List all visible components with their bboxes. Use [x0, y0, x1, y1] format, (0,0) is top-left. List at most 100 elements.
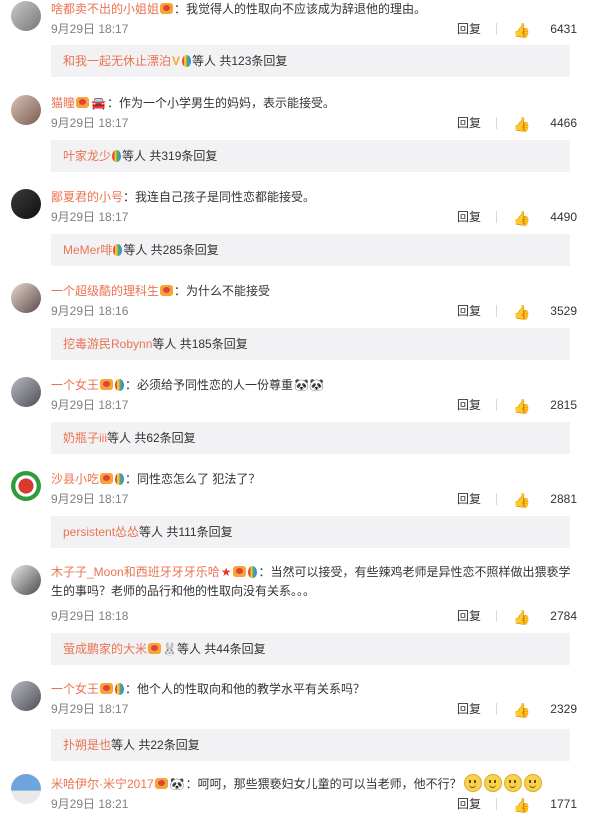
reply-count[interactable]: 等人 共319条回复 — [122, 149, 217, 163]
rainbow-balloon-icon — [115, 379, 125, 391]
username-link[interactable]: 沙县小吃 — [51, 472, 99, 486]
reply-summary[interactable]: 萤成鹏家的大米 🐰等人 共44条回复 — [51, 633, 570, 665]
comment-text-line: 一个超级酷的理科生 ：为什么不能接受 — [51, 283, 577, 300]
reply-count[interactable]: 等人 共44条回复 — [177, 642, 266, 656]
star-icon: ★ — [220, 565, 232, 579]
username-link[interactable]: 猫瞳 — [51, 96, 75, 110]
avatar[interactable] — [11, 189, 41, 219]
reply-count[interactable]: 等人 共185条回复 — [152, 337, 247, 351]
avatar[interactable] — [11, 377, 41, 407]
comment-meta: 9月29日 18:17 回复 👍 4490 — [51, 208, 577, 226]
thumbs-up-icon: 👍 — [513, 210, 531, 226]
like-count: 4466 — [550, 116, 577, 130]
smile-emoji-icon — [523, 774, 542, 792]
like-button[interactable]: 👍 3529 — [511, 302, 577, 320]
like-button[interactable]: 👍 2784 — [511, 607, 577, 625]
comment-meta: 9月29日 18:17 回复 👍 6431 — [51, 20, 577, 38]
comment-text-line: 一个女王 ：必须给予同性恋的人一份尊重🐼🐼 — [51, 377, 577, 394]
comment-text-line: 一个女王 ：他个人的性取向和他的教学水平有关系吗？ — [51, 681, 577, 698]
username-link[interactable]: 鄙夏君的小号 — [51, 190, 123, 204]
vip-badge-icon — [100, 379, 114, 390]
reply-summary[interactable]: persistent怂怂等人 共111条回复 — [51, 516, 570, 548]
avatar[interactable] — [11, 681, 41, 711]
reply-button[interactable]: 回复 — [457, 396, 481, 414]
like-button[interactable]: 👍 2329 — [511, 700, 577, 718]
timestamp: 9月29日 18:17 — [51, 210, 129, 224]
vip-badge-icon — [76, 97, 90, 108]
username-link[interactable]: 米哈伊尔·米宁2017 — [51, 777, 154, 791]
reply-username[interactable]: 萤成鹏家的大米 — [63, 642, 147, 656]
divider — [496, 798, 497, 810]
reply-username[interactable]: 挖毒游民Robynn — [63, 337, 152, 351]
divider — [496, 305, 497, 317]
reply-button[interactable]: 回复 — [457, 208, 481, 226]
comment-text: ：他个人的性取向和他的教学水平有关系吗？ — [125, 682, 366, 696]
like-count: 4490 — [550, 210, 577, 224]
reply-count[interactable]: 等人 共22条回复 — [111, 738, 200, 752]
like-button[interactable]: 👍 4490 — [511, 208, 577, 226]
comment-meta: 9月29日 18:21 回复 👍 1771 — [51, 795, 577, 813]
reply-button[interactable]: 回复 — [457, 795, 481, 813]
reply-button[interactable]: 回复 — [457, 20, 481, 38]
like-button[interactable]: 👍 1771 — [511, 795, 577, 813]
divider — [496, 399, 497, 411]
like-button[interactable]: 👍 6431 — [511, 20, 577, 38]
like-count: 1771 — [550, 797, 577, 811]
avatar[interactable] — [11, 565, 41, 595]
like-button[interactable]: 👍 4466 — [511, 114, 577, 132]
comment-text-line: 沙县小吃 ：同性恋怎么了 犯法了？ — [51, 471, 577, 488]
reply-button[interactable]: 回复 — [457, 607, 481, 625]
username-link[interactable]: 一个超级酷的理科生 — [51, 284, 159, 298]
avatar[interactable] — [11, 283, 41, 313]
like-button[interactable]: 👍 2881 — [511, 490, 577, 508]
reply-count[interactable]: 等人 共123条回复 — [192, 54, 287, 68]
avatar[interactable] — [11, 1, 41, 31]
rainbow-balloon-icon — [113, 244, 123, 256]
like-button[interactable]: 👍 2815 — [511, 396, 577, 414]
vip-badge-icon — [233, 566, 247, 577]
username-link[interactable]: 一个女王 — [51, 378, 99, 392]
thumbs-up-icon: 👍 — [513, 797, 531, 813]
comment-text-line: 啥都卖不出的小姐姐 ：我觉得人的性取向不应该成为辞退他的理由。 — [51, 1, 577, 18]
reply-username[interactable]: MeMer啡 — [63, 243, 112, 257]
reply-summary[interactable]: 和我一起无休止漂泊V 等人 共123条回复 — [51, 45, 570, 77]
vip-badge-icon — [100, 683, 114, 694]
reply-username[interactable]: persistent怂怂 — [63, 525, 139, 539]
vip-badge-icon — [100, 473, 114, 484]
comment-text: ：呵呵，那些猥亵妇女儿童的可以当老师，他不行？ — [185, 777, 462, 791]
like-count: 3529 — [550, 304, 577, 318]
reply-button[interactable]: 回复 — [457, 302, 481, 320]
rabbit-emoji-icon: 🐰 — [162, 642, 177, 656]
reply-summary[interactable]: MeMer啡 等人 共285条回复 — [51, 234, 570, 266]
vip-badge-icon — [148, 643, 162, 654]
reply-count[interactable]: 等人 共62条回复 — [107, 431, 196, 445]
rainbow-balloon-icon — [112, 150, 122, 162]
divider — [496, 23, 497, 35]
thumbs-up-icon: 👍 — [513, 702, 531, 718]
reply-username[interactable]: 奶瓶子iii — [63, 431, 107, 445]
reply-summary[interactable]: 扑朔是也等人 共22条回复 — [51, 729, 570, 761]
avatar[interactable] — [11, 774, 41, 804]
thumbs-up-icon: 👍 — [513, 492, 531, 508]
reply-button[interactable]: 回复 — [457, 490, 481, 508]
reply-button[interactable]: 回复 — [457, 700, 481, 718]
reply-count[interactable]: 等人 共285条回复 — [123, 243, 218, 257]
avatar[interactable] — [11, 471, 41, 501]
reply-button[interactable]: 回复 — [457, 114, 481, 132]
reply-summary[interactable]: 奶瓶子iii等人 共62条回复 — [51, 422, 570, 454]
reply-username[interactable]: 扑朔是也 — [63, 738, 111, 752]
reply-count[interactable]: 等人 共111条回复 — [139, 525, 233, 539]
reply-username[interactable]: 和我一起无休止漂泊 — [63, 54, 171, 68]
reply-summary[interactable]: 叶家龙少 等人 共319条回复 — [51, 140, 570, 172]
thumbs-up-icon: 👍 — [513, 398, 531, 414]
smile-emoji-icon — [483, 774, 502, 792]
username-link[interactable]: 啥都卖不出的小姐姐 — [51, 2, 159, 16]
username-link[interactable]: 木子子_Moon和西班牙牙牙乐哈 — [51, 565, 220, 579]
panda-emoji-icon: 🐼🐼 — [294, 378, 324, 392]
timestamp: 9月29日 18:17 — [51, 398, 129, 412]
divider — [496, 117, 497, 129]
avatar[interactable] — [11, 95, 41, 125]
username-link[interactable]: 一个女王 — [51, 682, 99, 696]
reply-summary[interactable]: 挖毒游民Robynn等人 共185条回复 — [51, 328, 570, 360]
reply-username[interactable]: 叶家龙少 — [63, 149, 111, 163]
